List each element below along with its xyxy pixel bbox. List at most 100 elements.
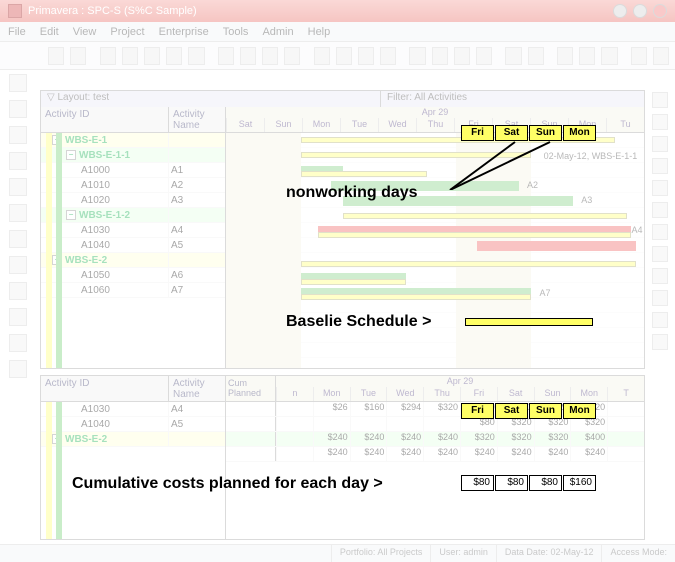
activity-row[interactable]: A1060A7 [41,283,225,298]
gantt-icon[interactable] [122,47,138,65]
collapse-toggle[interactable]: − [66,210,76,220]
delete-icon[interactable] [652,114,668,130]
cost-row[interactable]: $240$240$240$240$320$320$320$400 [226,432,644,447]
cost-cell [423,417,460,431]
sort-icon[interactable] [528,47,544,65]
reports-icon[interactable] [9,204,27,222]
filter-indicator[interactable]: Filter: All Activities [381,91,644,107]
cost-cell: $320 [497,417,534,431]
maximize-button[interactable] [633,4,647,18]
indent-right-icon[interactable] [432,47,448,65]
nav-fwd-icon[interactable] [9,360,27,378]
copy-icon[interactable] [652,158,668,174]
print-icon[interactable] [48,47,64,65]
wbs-row[interactable]: −WBS-E-1-2 [41,208,225,223]
zoom-out-icon[interactable] [653,47,669,65]
activity-row[interactable]: A1040A5 [41,417,225,432]
projects-icon[interactable] [9,74,27,92]
preview-icon[interactable] [70,47,86,65]
wbs-row[interactable]: −WBS-E-1 [41,133,225,148]
menu-tools[interactable]: Tools [223,26,249,38]
highlight-baseline-bar [465,318,593,326]
wbs-icon[interactable] [188,47,204,65]
search-icon[interactable] [557,47,573,65]
link-icon[interactable] [314,47,330,65]
risk-icon[interactable] [9,282,27,300]
indent-left-icon[interactable] [409,47,425,65]
collapse-toggle[interactable]: − [66,150,76,160]
resource-icon[interactable] [336,47,352,65]
table-icon[interactable] [166,47,182,65]
app-icon [8,4,22,18]
tracking-icon[interactable] [9,230,27,248]
menu-help[interactable]: Help [308,26,331,38]
col-activity-id[interactable]: Activity ID [41,376,169,401]
cut-icon[interactable] [652,136,668,152]
tool-a-icon[interactable] [218,47,234,65]
menu-file[interactable]: File [8,26,26,38]
layout-icon[interactable] [100,47,116,65]
zoom-in-icon[interactable] [631,47,647,65]
col-cum-planned[interactable]: Cum Planned [226,376,276,401]
enterprise-icon[interactable] [9,100,27,118]
menu-bar: File Edit View Project Enterprise Tools … [0,22,675,42]
col-activity-name[interactable]: Activity Name [169,376,225,401]
col-activity-name[interactable]: Activity Name [169,107,225,132]
expense-icon[interactable] [652,268,668,284]
annotation-nonworking: nonworking days [286,184,418,202]
day-cell: Mon [313,387,350,401]
flow-icon[interactable] [144,47,160,65]
menu-view[interactable]: View [73,26,97,38]
expand-icon[interactable] [454,47,470,65]
cost-cell: $240 [423,432,460,446]
add-icon[interactable] [652,92,668,108]
highlight-day-fri: Fri [461,125,494,141]
col-activity-id[interactable]: Activity ID [41,107,169,132]
assign-icon[interactable] [652,202,668,218]
cost-row[interactable]: $80$320$320$320 [226,417,644,432]
nav-back-icon[interactable] [9,334,27,352]
rel-icon[interactable] [652,224,668,240]
activity-row[interactable]: A1000A1 [41,163,225,178]
wbs-row[interactable]: −WBS-E-1-1 [41,148,225,163]
menu-project[interactable]: Project [110,26,144,38]
settings-icon[interactable] [579,47,595,65]
minimize-button[interactable] [613,4,627,18]
report-icon[interactable] [601,47,617,65]
activities-icon[interactable] [9,152,27,170]
wbs-row[interactable]: −WBS-E-2 [41,253,225,268]
activity-row[interactable]: A1010A2 [41,178,225,193]
tool-d-icon[interactable] [284,47,300,65]
tool-c-icon[interactable] [262,47,278,65]
menu-edit[interactable]: Edit [40,26,59,38]
activity-row[interactable]: A1050A6 [41,268,225,283]
dashboard-icon[interactable] [9,256,27,274]
day-cell: Mon [302,118,340,132]
resources-icon[interactable] [9,178,27,196]
doc-icon[interactable] [652,290,668,306]
tool-b-icon[interactable] [240,47,256,65]
calendar-icon[interactable] [358,47,374,65]
wbs-tree-icon[interactable] [9,126,27,144]
activity-row[interactable]: A1030A4 [41,223,225,238]
activity-row[interactable]: A1040A5 [41,238,225,253]
close-button[interactable] [653,4,667,18]
cost-row[interactable]: $240$240$240$240$240$240$240$240 [226,447,644,462]
paste-icon[interactable] [652,180,668,196]
activity-row[interactable]: A1030A4 [41,402,225,417]
menu-enterprise[interactable]: Enterprise [159,26,209,38]
level-icon[interactable] [652,312,668,328]
code-icon[interactable] [380,47,396,65]
cost-table[interactable]: Cum Planned Apr 29 nMonTueWedThuFriSatSu… [226,376,644,539]
baseline-icon[interactable] [652,334,668,350]
menu-admin[interactable]: Admin [262,26,293,38]
layout-indicator[interactable]: ▽ Layout: test [41,91,381,107]
activity-row[interactable]: A1020A3 [41,193,225,208]
wbs-row[interactable]: −WBS-E-2 [41,432,225,447]
issues-icon[interactable] [9,308,27,326]
step-icon[interactable] [652,246,668,262]
collapse-icon[interactable] [476,47,492,65]
filter-icon[interactable] [505,47,521,65]
status-access-mode: Access Mode: [601,545,675,562]
bar-label: A7 [540,288,551,298]
